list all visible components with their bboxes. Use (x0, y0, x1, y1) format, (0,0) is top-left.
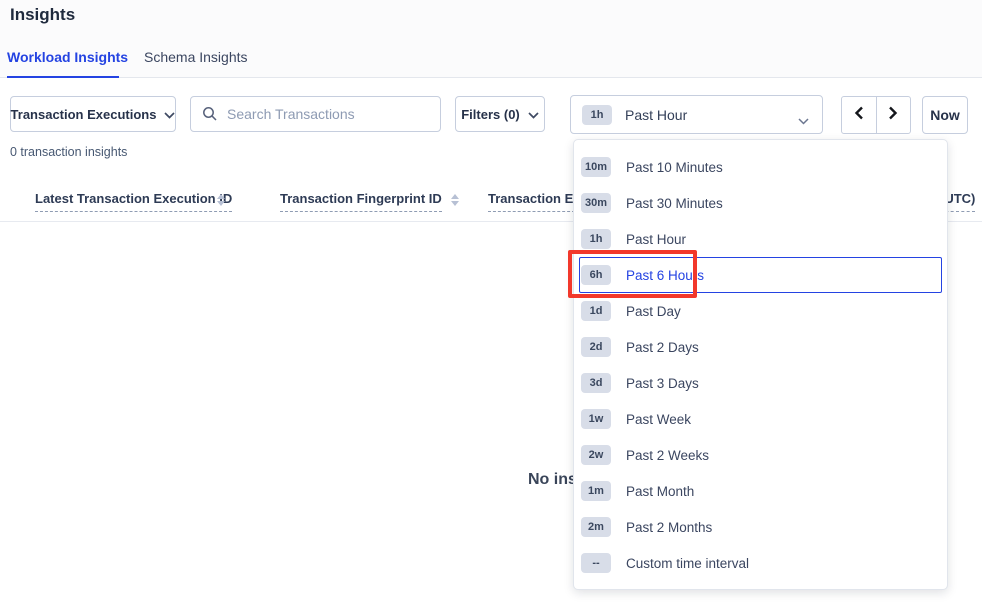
now-button[interactable]: Now (922, 96, 968, 134)
time-option[interactable]: 2d Past 2 Days (574, 329, 947, 365)
chevron-left-icon (853, 105, 865, 126)
time-option-label: Custom time interval (626, 556, 749, 571)
time-option-badge: 30m (581, 193, 611, 213)
time-option-label: Past 3 Days (626, 376, 699, 391)
time-option[interactable]: 3d Past 3 Days (574, 365, 947, 401)
now-button-label: Now (930, 107, 960, 123)
tab-workload-insights[interactable]: Workload Insights (7, 49, 128, 65)
chevron-right-icon (887, 105, 899, 126)
time-option[interactable]: 1d Past Day (574, 293, 947, 329)
time-option-badge: 1d (581, 301, 611, 321)
time-option[interactable]: 6h Past 6 Hours (579, 257, 942, 293)
time-option-badge: 6h (581, 265, 611, 285)
time-option-label: Past 2 Days (626, 340, 699, 355)
time-option-badge: 2m (581, 517, 611, 537)
time-option[interactable]: 30m Past 30 Minutes (574, 185, 947, 221)
time-option[interactable]: 10m Past 10 Minutes (574, 149, 947, 185)
chevron-down-icon (528, 107, 539, 122)
time-option-label: Past Hour (626, 232, 686, 247)
time-option-badge: 2d (581, 337, 611, 357)
column-header-latest-transaction-execution-id[interactable]: Latest Transaction Execution ID (35, 191, 232, 212)
time-option-badge: 2w (581, 445, 611, 465)
time-range-badge: 1h (582, 105, 612, 125)
filters-button-label: Filters (0) (461, 107, 520, 122)
time-option[interactable]: 2w Past 2 Weeks (574, 437, 947, 473)
time-option[interactable]: 2m Past 2 Months (574, 509, 947, 545)
time-option-label: Past Month (626, 484, 694, 499)
time-option-label: Past Week (626, 412, 691, 427)
time-option-badge: 1m (581, 481, 611, 501)
transaction-type-select-label: Transaction Executions (11, 107, 157, 122)
next-interval-button[interactable] (876, 97, 911, 133)
column-header-transaction-fingerprint-id[interactable]: Transaction Fingerprint ID (280, 191, 442, 212)
sort-icon[interactable] (217, 194, 225, 206)
page-title: Insights (10, 5, 75, 25)
time-option[interactable]: -- Custom time interval (574, 545, 947, 581)
time-option-label: Past 2 Weeks (626, 448, 709, 463)
tab-schema-insights[interactable]: Schema Insights (144, 49, 248, 65)
search-input[interactable] (190, 96, 441, 132)
transaction-type-select[interactable]: Transaction Executions (10, 96, 176, 132)
filters-button[interactable]: Filters (0) (455, 96, 545, 132)
time-option-badge: 1w (581, 409, 611, 429)
interval-arrow-group (841, 96, 911, 134)
insights-count: 0 transaction insights (10, 145, 127, 159)
time-option-badge: -- (581, 553, 611, 573)
time-option-label: Past 2 Months (626, 520, 712, 535)
time-option[interactable]: 1h Past Hour (574, 221, 947, 257)
time-option-badge: 1h (581, 229, 611, 249)
chevron-down-icon (798, 112, 809, 130)
tabs-divider (0, 77, 982, 78)
time-option[interactable]: 1w Past Week (574, 401, 947, 437)
prev-interval-button[interactable] (842, 97, 876, 133)
time-option-label: Past 6 Hours (626, 268, 704, 283)
time-option-label: Past 30 Minutes (626, 196, 723, 211)
time-option-badge: 10m (581, 157, 611, 177)
time-option-label: Past Day (626, 304, 681, 319)
header-band (0, 0, 982, 77)
time-option-badge: 3d (581, 373, 611, 393)
column-header-transaction-execution[interactable]: Transaction Ex (488, 191, 580, 212)
active-tab-underline (7, 76, 119, 78)
chevron-down-icon (164, 107, 175, 122)
sort-icon[interactable] (451, 194, 459, 206)
time-range-dropdown: 10m Past 10 Minutes 30m Past 30 Minutes … (573, 139, 948, 590)
time-range-trigger[interactable]: 1h Past Hour (570, 95, 823, 134)
time-range-label: Past Hour (625, 107, 687, 123)
time-option-label: Past 10 Minutes (626, 160, 723, 175)
time-option[interactable]: 1m Past Month (574, 473, 947, 509)
